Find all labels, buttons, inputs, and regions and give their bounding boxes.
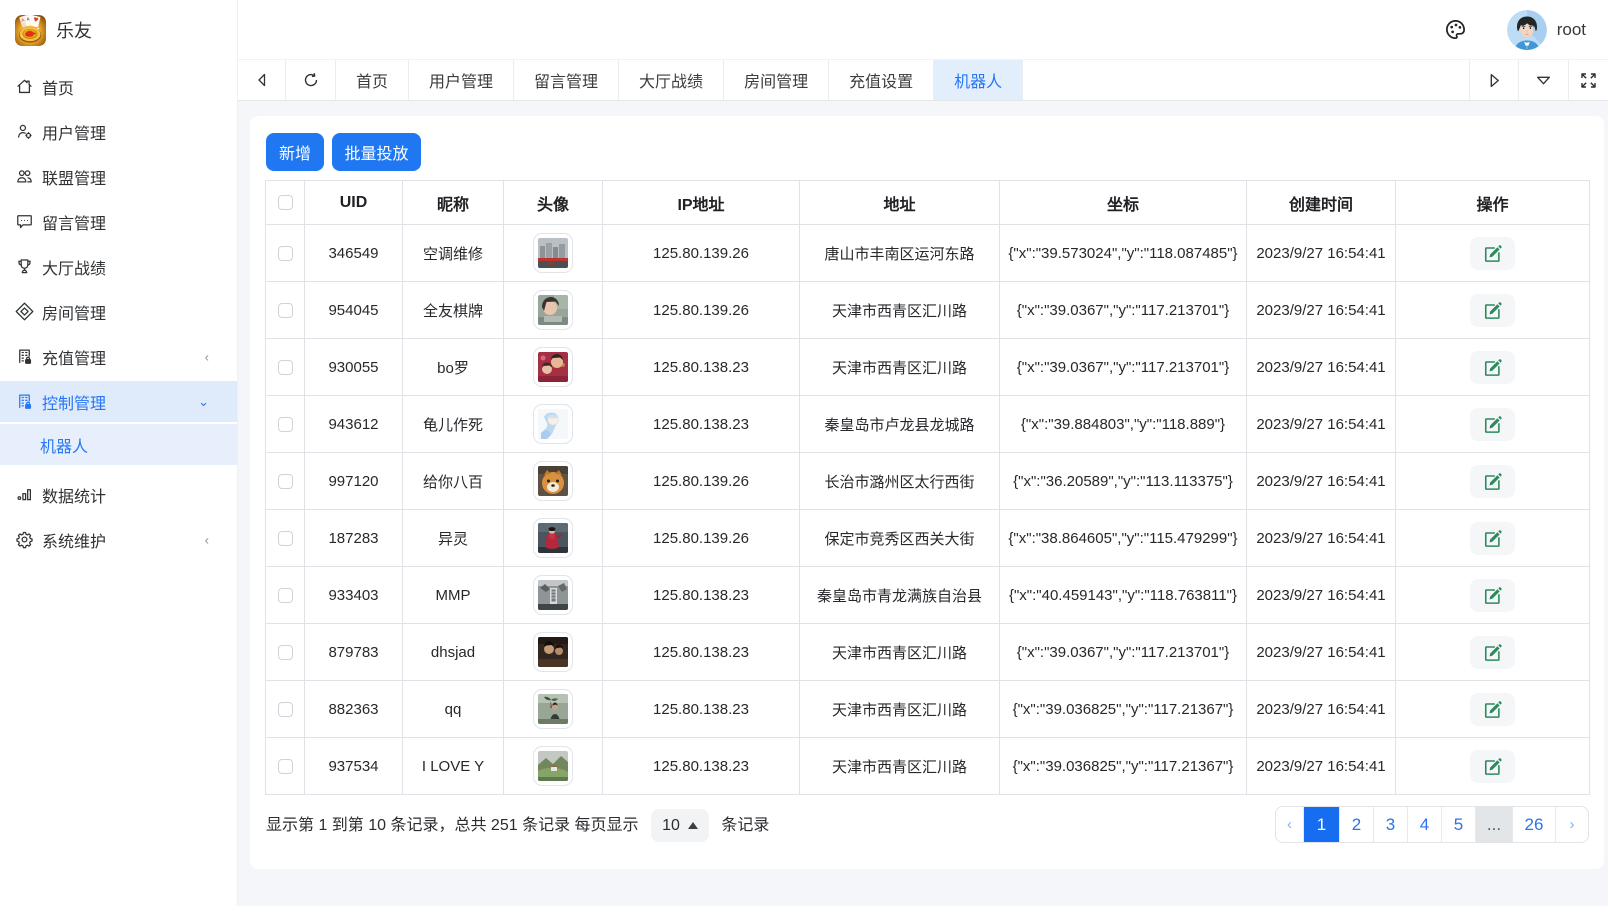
svg-text:A: A	[26, 16, 29, 21]
